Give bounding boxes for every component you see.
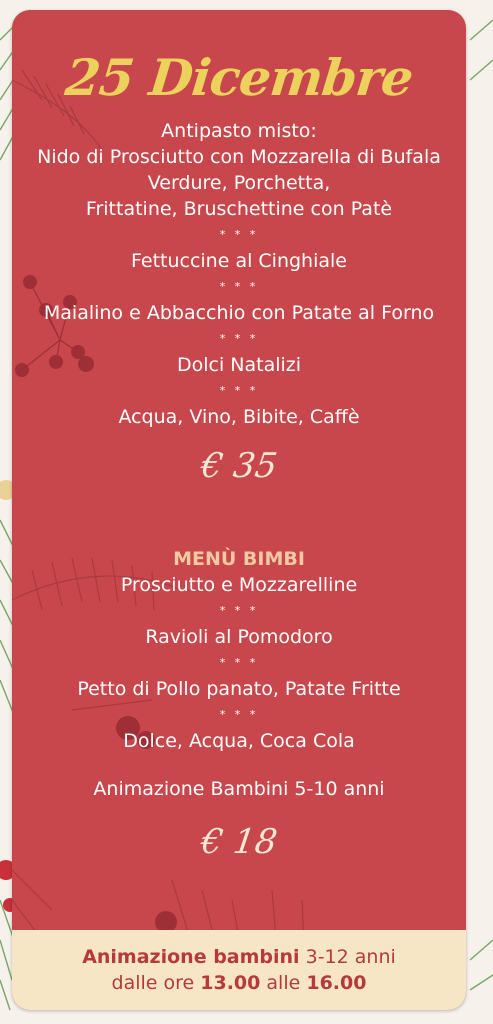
footer-banner: Animazione bambini 3-12 anni dalle ore 1… [12, 930, 466, 1010]
footer-text: 3-12 anni [299, 946, 396, 968]
antipasto-line: Nido di Prosciutto con Mozzarella di Buf… [37, 146, 441, 168]
separator: * * * [219, 332, 259, 345]
kids-menu-section: MENÙ BIMBI Prosciutto e Mozzarelline * *… [12, 546, 466, 754]
separator: * * * [219, 384, 259, 397]
separator: * * * [219, 656, 259, 669]
antipasto-section: Antipasto misto: Nido di Prosciutto con … [12, 118, 466, 430]
kids-entertainment: Animazione Bambini 5-10 anni [93, 778, 385, 800]
antipasto-line: Frittatine, Bruschettine con Patè [85, 198, 393, 220]
menu-price: € 35 [198, 446, 280, 486]
separator: * * * [219, 604, 259, 617]
secondo-course: Maialino e Abbacchio con Patate al Forno [43, 302, 435, 324]
antipasto-heading: Antipasto misto: [161, 120, 317, 142]
footer-line-2: dalle ore 13.00 alle 16.00 [12, 970, 466, 996]
separator: * * * [219, 280, 259, 293]
footer-time-end: 16.00 [306, 972, 367, 994]
footer-highlight: Animazione bambini [82, 946, 300, 968]
primo-course: Fettuccine al Cinghiale [130, 250, 347, 272]
kids-menu-price: € 18 [198, 822, 280, 862]
separator: * * * [219, 708, 259, 721]
footer-text: alle [260, 972, 307, 994]
kids-menu-title: MENÙ BIMBI [173, 548, 305, 570]
kids-menu-item: Prosciutto e Mozzarelline [120, 574, 358, 596]
menu-card: 25 Dicembre Antipasto misto: Nido di Pro… [12, 10, 466, 1010]
antipasto-line: Verdure, Porchetta, [147, 172, 331, 194]
footer-text: dalle ore [111, 972, 201, 994]
kids-menu-item: Dolce, Acqua, Coca Cola [123, 730, 355, 752]
bevande-line: Acqua, Vino, Bibite, Caffè [118, 406, 360, 428]
kids-menu-item: Petto di Pollo panato, Patate Fritte [77, 678, 401, 700]
footer-time-start: 13.00 [200, 972, 261, 994]
kids-menu-item: Ravioli al Pomodoro [145, 626, 333, 648]
menu-title: 25 Dicembre [62, 48, 416, 107]
separator: * * * [219, 228, 259, 241]
dolce-course: Dolci Natalizi [176, 354, 302, 376]
footer-line-1: Animazione bambini 3-12 anni [12, 930, 466, 970]
